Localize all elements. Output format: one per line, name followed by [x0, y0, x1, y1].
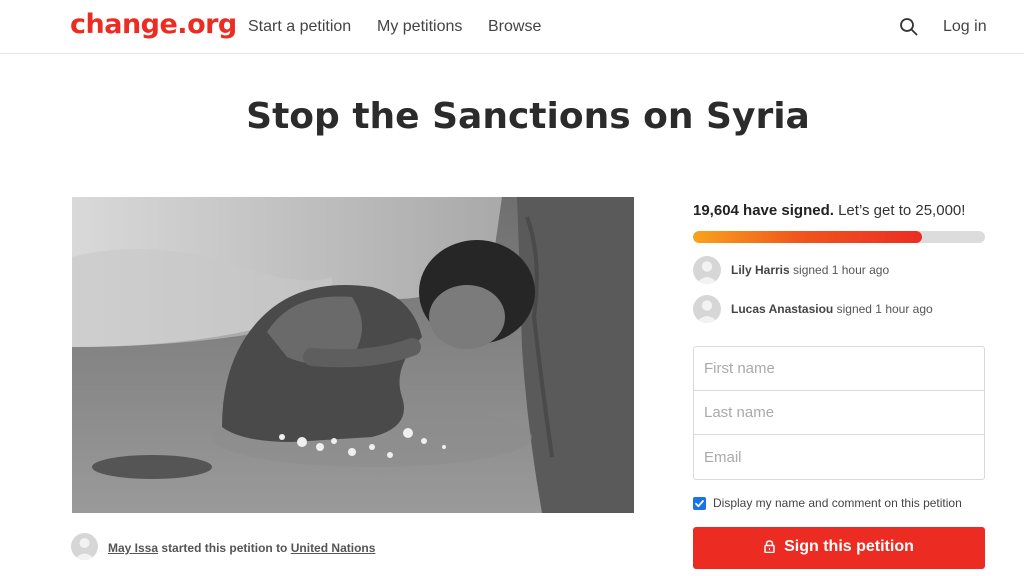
- last-name-field[interactable]: [694, 391, 984, 435]
- starter-avatar: [71, 533, 98, 560]
- petition-title: Stop the Sanctions on Syria: [246, 96, 810, 137]
- goal-text: Let’s get to 25,000!: [838, 202, 966, 219]
- starter-middle-text: started this petition to: [161, 541, 288, 555]
- first-name-field[interactable]: [694, 347, 984, 391]
- site-header: change.org Start a petition My petitions…: [0, 0, 1024, 54]
- signature-progress-bar: [693, 231, 985, 243]
- consent-label: Display my name and comment on this peti…: [713, 496, 962, 510]
- starter-text: May Issa started this petition to United…: [108, 541, 375, 555]
- target-link[interactable]: United Nations: [291, 541, 376, 555]
- recent-signer: Lucas Anastasiou signed 1 hour ago: [693, 295, 985, 323]
- search-icon[interactable]: [899, 17, 919, 37]
- signer-time: signed 1 hour ago: [836, 302, 933, 316]
- sign-petition-label: Sign this petition: [784, 538, 914, 555]
- signer-name: Lucas Anastasiou: [731, 302, 834, 316]
- change-org-logo[interactable]: change.org: [70, 9, 237, 40]
- recent-signer-text: Lucas Anastasiou signed 1 hour ago: [731, 302, 933, 316]
- sign-form: [693, 346, 985, 480]
- recent-signer: Lily Harris signed 1 hour ago: [693, 256, 985, 284]
- lock-icon: [764, 540, 775, 558]
- progress-fill: [693, 231, 922, 243]
- signer-name: Lily Harris: [731, 263, 790, 277]
- petition-starter: May Issa started this petition to United…: [71, 533, 631, 561]
- signed-count-text: 19,604 have signed.: [693, 202, 834, 219]
- starter-name-link[interactable]: May Issa: [108, 541, 158, 555]
- nav-my-petitions[interactable]: My petitions: [377, 18, 462, 36]
- signer-time: signed 1 hour ago: [793, 263, 890, 277]
- signature-count: 19,604 have signed. Let’s get to 25,000!: [693, 202, 965, 219]
- sign-petition-button[interactable]: Sign this petition: [693, 527, 985, 569]
- recent-signer-text: Lily Harris signed 1 hour ago: [731, 263, 889, 277]
- email-field[interactable]: [694, 435, 984, 479]
- consent-checkbox[interactable]: [693, 497, 706, 510]
- display-name-consent: Display my name and comment on this peti…: [693, 496, 993, 512]
- avatar: [693, 295, 721, 323]
- nav-browse[interactable]: Browse: [488, 18, 541, 36]
- nav-start-petition[interactable]: Start a petition: [248, 18, 351, 36]
- petition-photo: [72, 197, 634, 513]
- avatar: [693, 256, 721, 284]
- login-link[interactable]: Log in: [943, 18, 987, 36]
